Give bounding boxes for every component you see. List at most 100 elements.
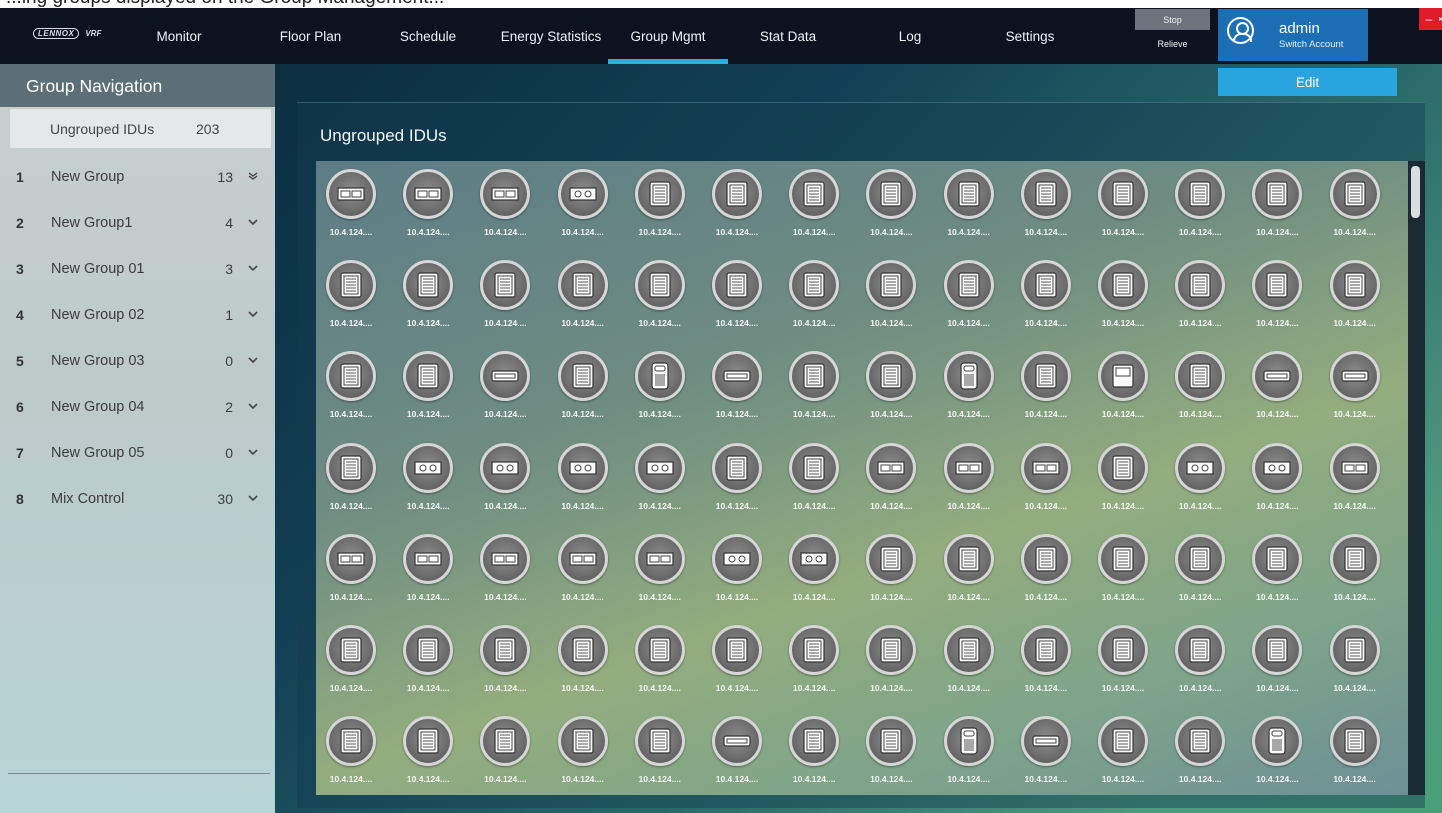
idu-tile[interactable]: 10.4.124.... (393, 625, 463, 700)
idu-tile[interactable]: 10.4.124.... (1320, 260, 1390, 335)
idu-tile[interactable]: 10.4.124.... (1242, 716, 1312, 791)
idu-tile[interactable]: 10.4.124.... (702, 442, 772, 518)
idu-tile[interactable]: 10.4.124.... (1011, 442, 1081, 518)
idu-tile[interactable]: 10.4.124.... (1320, 533, 1390, 609)
idu-tile[interactable]: 10.4.124.... (470, 442, 540, 518)
idu-tile[interactable]: 10.4.124.... (548, 260, 618, 335)
idu-tile[interactable]: 10.4.124.... (934, 351, 1004, 426)
idu-tile[interactable]: 10.4.124.... (1011, 169, 1081, 244)
idu-tile[interactable]: 10.4.124.... (934, 625, 1004, 700)
chevron-down-icon[interactable] (248, 402, 258, 410)
idu-tile[interactable]: 10.4.124.... (1242, 442, 1312, 518)
idu-tile[interactable]: 10.4.124.... (1320, 169, 1390, 244)
idu-tile[interactable]: 10.4.124.... (1320, 625, 1390, 700)
idu-tile[interactable]: 10.4.124.... (856, 716, 926, 791)
scrollbar-thumb[interactable] (1411, 166, 1420, 218)
idu-tile[interactable]: 10.4.124.... (702, 260, 772, 335)
idu-tile[interactable]: 10.4.124.... (1165, 533, 1235, 609)
chevron-down-icon[interactable] (248, 494, 258, 502)
idu-tile[interactable]: 10.4.124.... (548, 716, 618, 791)
idu-tile[interactable]: 10.4.124.... (1088, 442, 1158, 518)
idu-tile[interactable]: 10.4.124.... (393, 351, 463, 426)
idu-tile[interactable]: 10.4.124.... (779, 625, 849, 700)
idu-tile[interactable]: 10.4.124.... (625, 260, 695, 335)
idu-tile[interactable]: 10.4.124.... (934, 260, 1004, 335)
tab-log[interactable]: Log (850, 8, 970, 64)
sidebar-group-item[interactable]: 4 New Group 02 1 (0, 296, 270, 336)
idu-tile[interactable]: 10.4.124.... (625, 351, 695, 426)
idu-tile[interactable]: 10.4.124.... (316, 625, 386, 700)
tab-monitor[interactable]: Monitor (128, 8, 230, 64)
idu-tile[interactable]: 10.4.124.... (934, 716, 1004, 791)
idu-tile[interactable]: 10.4.124.... (779, 260, 849, 335)
idu-tile[interactable]: 10.4.124.... (625, 169, 695, 244)
idu-tile[interactable]: 10.4.124.... (779, 716, 849, 791)
idu-tile[interactable]: 10.4.124.... (702, 716, 772, 791)
idu-tile[interactable]: 10.4.124.... (548, 442, 618, 518)
idu-tile[interactable]: 10.4.124.... (470, 625, 540, 700)
idu-tile[interactable]: 10.4.124.... (934, 169, 1004, 244)
idu-tile[interactable]: 10.4.124.... (1088, 260, 1158, 335)
idu-tile[interactable]: 10.4.124.... (779, 442, 849, 518)
edit-button[interactable]: Edit (1218, 68, 1397, 96)
switch-account-link[interactable]: Switch Account (1279, 39, 1343, 50)
relieve-button[interactable]: Relieve (1135, 32, 1210, 56)
idu-tile[interactable]: 10.4.124.... (1165, 625, 1235, 700)
double-chevron-icon[interactable] (248, 172, 258, 180)
idu-tile[interactable]: 10.4.124.... (1320, 442, 1390, 518)
chevron-down-icon[interactable] (248, 448, 258, 456)
idu-tile[interactable]: 10.4.124.... (1165, 169, 1235, 244)
idu-tile[interactable]: 10.4.124.... (1088, 351, 1158, 426)
sidebar-group-item[interactable]: 6 New Group 04 2 (0, 388, 270, 428)
idu-tile[interactable]: 10.4.124.... (393, 716, 463, 791)
sidebar-group-item[interactable]: 3 New Group 01 3 (0, 250, 270, 290)
idu-tile[interactable]: 10.4.124.... (316, 533, 386, 609)
scrollbar-track[interactable] (1408, 161, 1425, 795)
idu-tile[interactable]: 10.4.124.... (316, 169, 386, 244)
idu-tile[interactable]: 10.4.124.... (1088, 169, 1158, 244)
idu-tile[interactable]: 10.4.124.... (1242, 625, 1312, 700)
idu-tile[interactable]: 10.4.124.... (934, 442, 1004, 518)
idu-tile[interactable]: 10.4.124.... (1088, 716, 1158, 791)
tab-schedule[interactable]: Schedule (383, 8, 473, 64)
idu-tile[interactable]: 10.4.124.... (1165, 351, 1235, 426)
idu-tile[interactable]: 10.4.124.... (1011, 716, 1081, 791)
idu-tile[interactable]: 10.4.124.... (779, 351, 849, 426)
idu-tile[interactable]: 10.4.124.... (548, 625, 618, 700)
idu-tile[interactable]: 10.4.124.... (470, 260, 540, 335)
sidebar-group-item[interactable]: 7 New Group 05 0 (0, 434, 270, 474)
idu-tile[interactable]: 10.4.124.... (1165, 442, 1235, 518)
idu-tile[interactable]: 10.4.124.... (393, 442, 463, 518)
idu-tile[interactable]: 10.4.124.... (393, 260, 463, 335)
idu-tile[interactable]: 10.4.124.... (1242, 351, 1312, 426)
idu-tile[interactable]: 10.4.124.... (702, 169, 772, 244)
account-panel[interactable]: admin Switch Account (1218, 9, 1368, 61)
idu-tile[interactable]: 10.4.124.... (470, 351, 540, 426)
idu-tile[interactable]: 10.4.124.... (856, 169, 926, 244)
idu-tile[interactable]: 10.4.124.... (856, 442, 926, 518)
idu-tile[interactable]: 10.4.124.... (1011, 351, 1081, 426)
idu-tile[interactable]: 10.4.124.... (548, 533, 618, 609)
idu-tile[interactable]: 10.4.124.... (856, 533, 926, 609)
idu-tile[interactable]: 10.4.124.... (1088, 625, 1158, 700)
sidebar-group-item[interactable]: 2 New Group1 4 (0, 204, 270, 244)
idu-tile[interactable]: 10.4.124.... (393, 169, 463, 244)
tab-group-mgmt[interactable]: Group Mgmt (608, 8, 728, 64)
idu-tile[interactable]: 10.4.124.... (625, 442, 695, 518)
idu-tile[interactable]: 10.4.124.... (1088, 533, 1158, 609)
idu-tile[interactable]: 10.4.124.... (934, 533, 1004, 609)
idu-tile[interactable]: 10.4.124.... (1320, 351, 1390, 426)
idu-tile[interactable]: 10.4.124.... (1242, 169, 1312, 244)
tab-stat-data[interactable]: Stat Data (738, 8, 838, 64)
idu-tile[interactable]: 10.4.124.... (470, 169, 540, 244)
idu-tile[interactable]: 10.4.124.... (316, 351, 386, 426)
tab-floor-plan[interactable]: Floor Plan (268, 8, 353, 64)
tab-energy-statistics[interactable]: Energy Statistics (490, 8, 612, 64)
idu-tile[interactable]: 10.4.124.... (1242, 533, 1312, 609)
idu-tile[interactable]: 10.4.124.... (393, 533, 463, 609)
tab-settings[interactable]: Settings (980, 8, 1080, 64)
idu-tile[interactable]: 10.4.124.... (316, 442, 386, 518)
sidebar-group-item[interactable]: 8 Mix Control 30 (0, 480, 270, 520)
idu-tile[interactable]: 10.4.124.... (1011, 260, 1081, 335)
idu-tile[interactable]: 10.4.124.... (702, 625, 772, 700)
